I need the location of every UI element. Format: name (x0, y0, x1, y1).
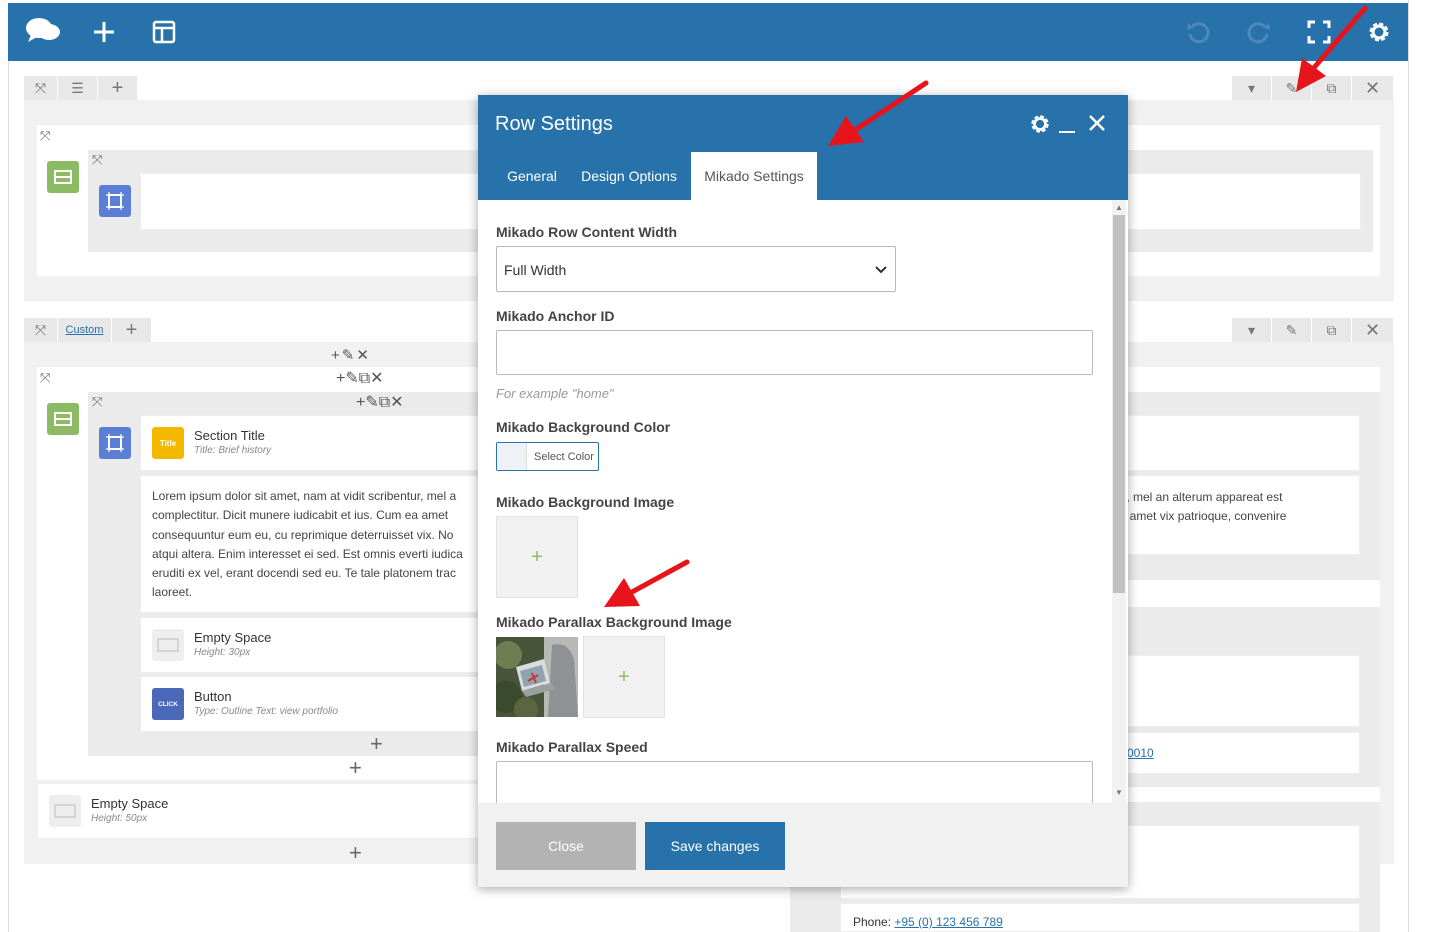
arrow-to-mikado-tab (828, 80, 929, 146)
arrow-to-parallax-image (604, 559, 690, 607)
annotation-arrows (604, 5, 1368, 607)
arrow-to-edit-icon (1296, 5, 1368, 92)
